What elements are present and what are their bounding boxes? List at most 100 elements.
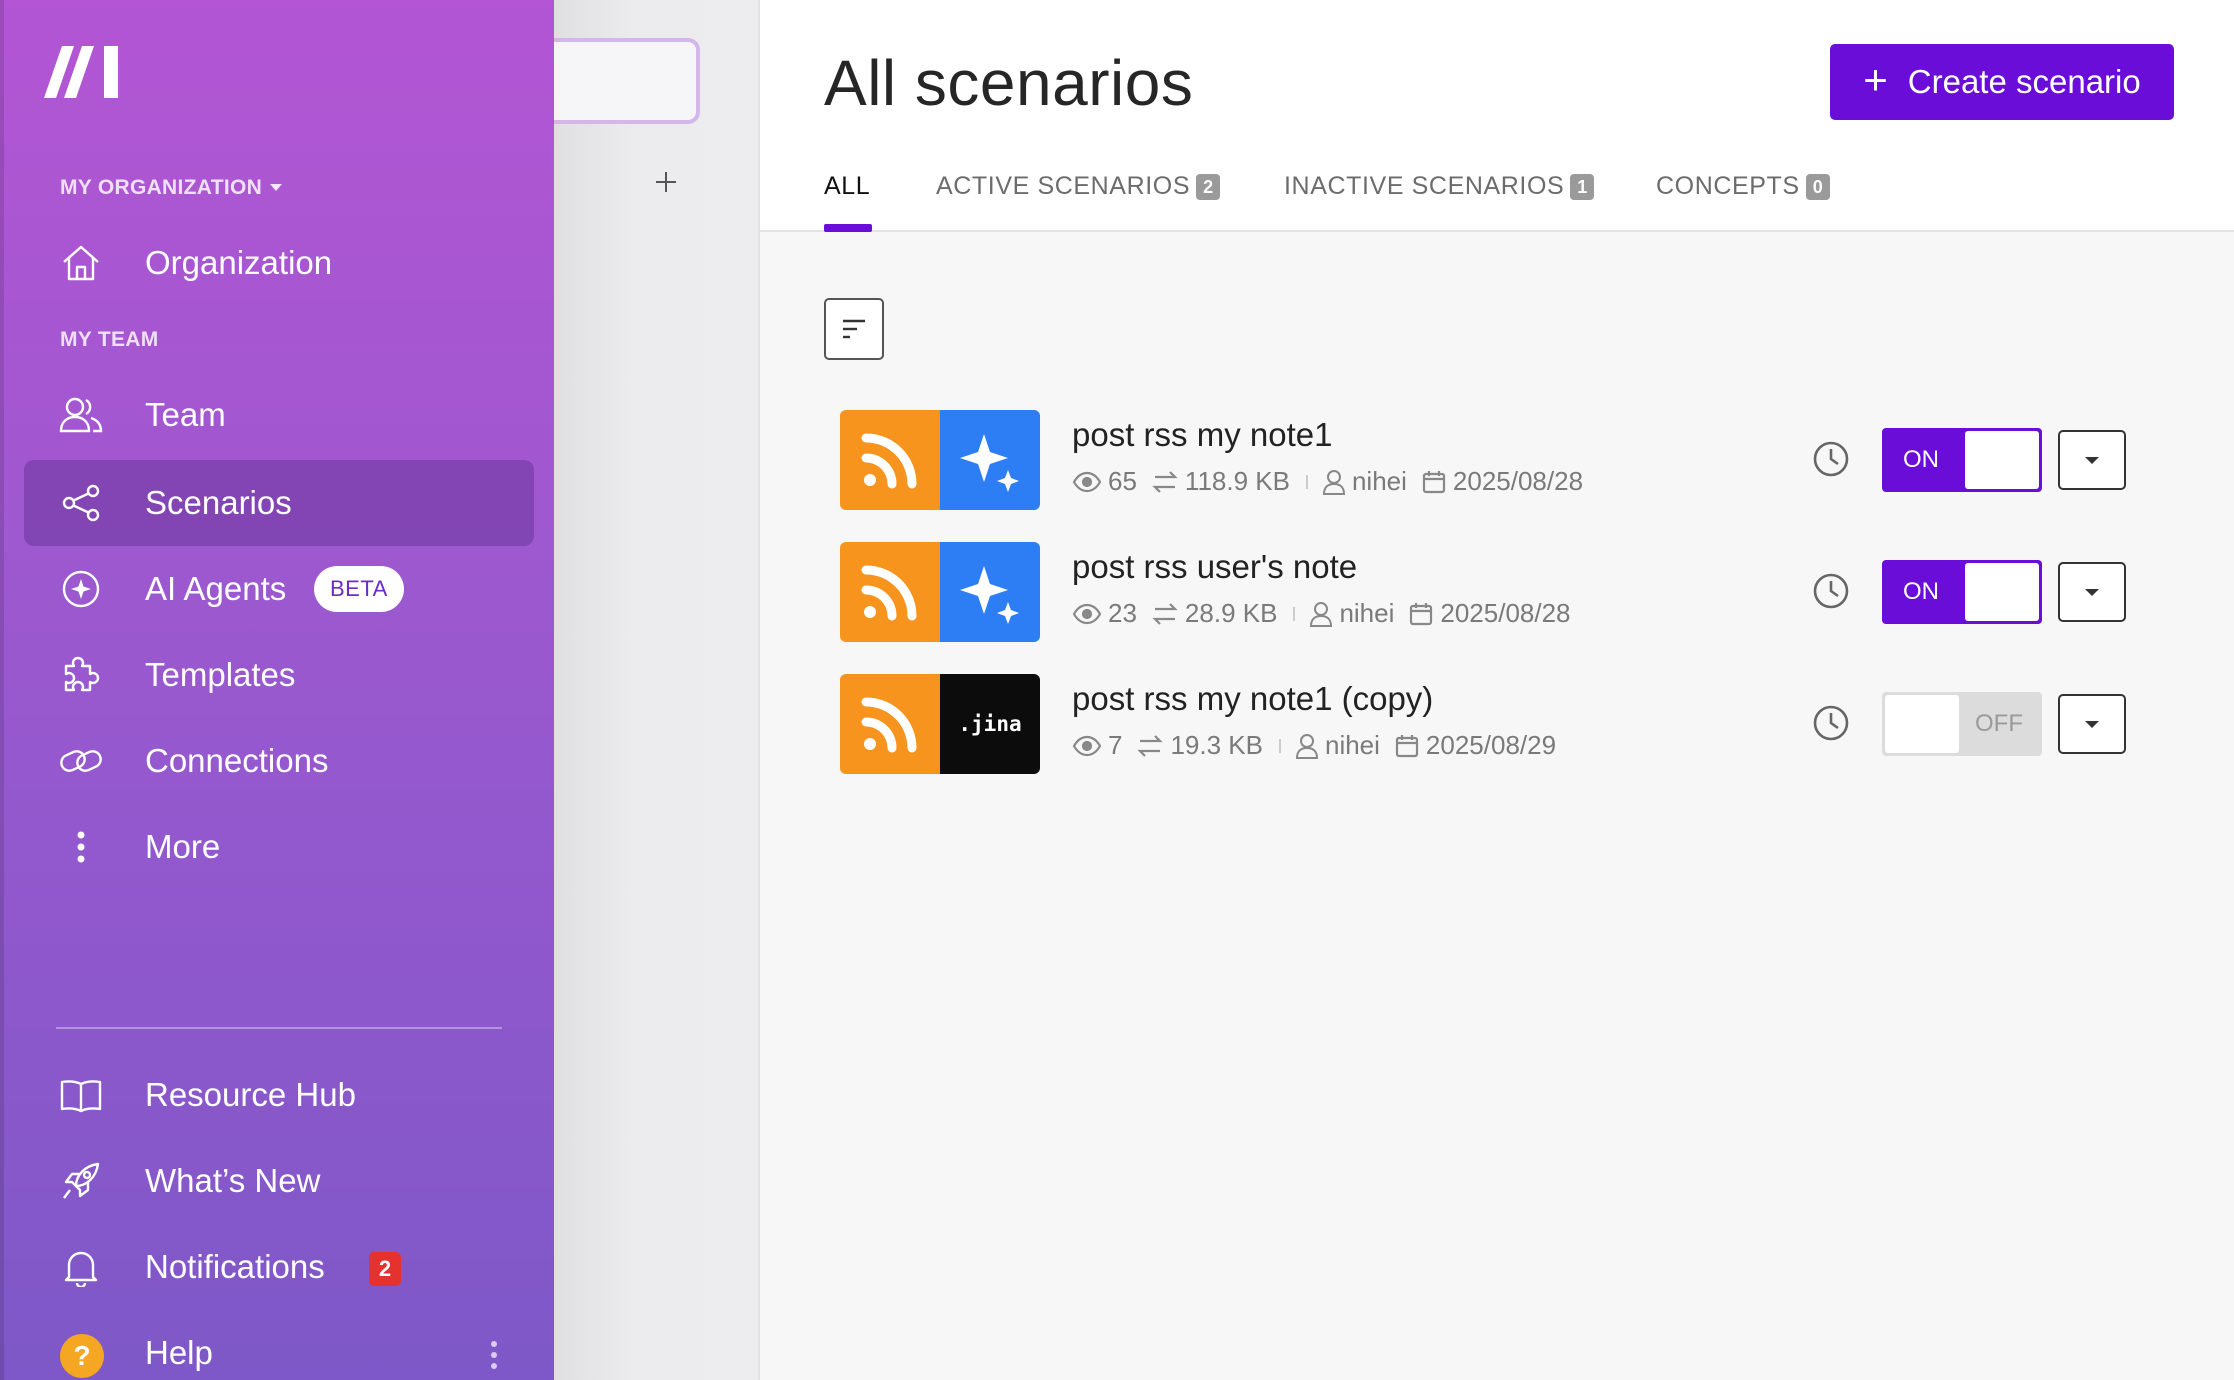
page-header: All scenarios + Create scenario ALL ACTI… [760, 0, 2234, 232]
scenario-meta: 65 118.9 KB nihei 2025/08/28 [1072, 466, 1597, 497]
users-icon [58, 392, 104, 438]
tab-inactive-scenarios[interactable]: INACTIVE SCENARIOS 1 [1284, 172, 1595, 201]
scenario-date: 2025/08/29 [1425, 730, 1557, 760]
eye-icon [1072, 735, 1102, 756]
schedule-clock-icon[interactable] [1812, 572, 1850, 610]
jina-logo-icon: .jina [940, 674, 1040, 774]
bell-icon [58, 1244, 104, 1290]
scenario-toggle[interactable]: OFF [1882, 692, 2042, 756]
rocket-icon [58, 1158, 104, 1204]
toggle-state-label: OFF [1975, 710, 2023, 737]
ai-sparkle-icon [940, 410, 1040, 510]
schedule-clock-icon[interactable] [1812, 704, 1850, 742]
scenario-meta: 7 19.3 KB nihei 2025/08/29 [1072, 730, 1570, 761]
sidebar-item-label: AI Agents [145, 570, 287, 607]
sidebar-item-label: Scenarios [145, 484, 292, 521]
scenario-options-dropdown[interactable] [2058, 430, 2126, 490]
tab-label: ACTIVE SCENARIOS [936, 172, 1191, 200]
transfer-icon [1137, 734, 1164, 757]
scenario-date: 2025/08/28 [1440, 598, 1571, 628]
operations-count: 23 [1108, 598, 1137, 628]
calendar-icon [1422, 470, 1446, 493]
caret-down-icon [270, 184, 283, 191]
ai-sparkle-icon [940, 542, 1040, 642]
rss-icon [840, 674, 940, 774]
eye-icon [1072, 603, 1102, 624]
sidebar-item-label: Resource Hub [145, 1076, 356, 1113]
caret-down-icon [2085, 720, 2099, 728]
owner-name: nihei [1339, 598, 1395, 628]
schedule-clock-icon[interactable] [1812, 440, 1850, 478]
org-section-label[interactable]: MY ORGANIZATION [60, 176, 283, 200]
sidebar-item-organization[interactable]: Organization [24, 220, 534, 306]
sidebar-item-connections[interactable]: Connections [24, 718, 534, 804]
scenario-name[interactable]: post rss my note1 (copy) [1072, 680, 1433, 718]
data-size: 28.9 KB [1184, 598, 1278, 628]
sidebar-item-label: Organization [145, 244, 333, 281]
make-logo-icon[interactable] [44, 44, 120, 98]
sidebar-item-more[interactable]: More [24, 804, 534, 890]
tab-count-badge: 2 [1196, 174, 1221, 200]
sidebar-item-help[interactable]: Help [145, 1334, 213, 1372]
scenario-row[interactable]: .jina post rss my note1 (copy) 7 19.3 KB… [840, 674, 2130, 774]
tab-label: ALL [824, 172, 871, 200]
scenario-app-icons: .jina [840, 674, 1040, 774]
scenario-date: 2025/08/28 [1452, 466, 1584, 496]
tab-all[interactable]: ALL [824, 172, 870, 201]
meta-separator [1305, 474, 1308, 489]
operations-count: 7 [1108, 730, 1123, 760]
sort-button[interactable] [824, 298, 884, 360]
sidebar-item-label: Templates [145, 656, 296, 693]
scenario-row[interactable]: post rss user's note 23 28.9 KB nihei 20… [840, 542, 2130, 642]
toggle-knob [1965, 431, 2039, 489]
scenario-toggle[interactable]: ON [1882, 560, 2042, 624]
scenario-name[interactable]: post rss my note1 [1072, 416, 1332, 454]
sidebar-item-resource-hub[interactable]: Resource Hub [24, 1052, 534, 1138]
tab-concepts[interactable]: CONCEPTS 0 [1656, 172, 1830, 201]
help-icon[interactable]: ? [60, 1334, 104, 1378]
sidebar-item-team[interactable]: Team [24, 372, 534, 458]
book-icon [58, 1072, 104, 1118]
page-title: All scenarios [824, 47, 1194, 119]
tab-count-badge: 1 [1570, 174, 1595, 200]
sidebar-item-label: Connections [145, 742, 329, 779]
link-icon [58, 738, 104, 784]
scenario-name[interactable]: post rss user's note [1072, 548, 1357, 586]
user-icon [1295, 733, 1318, 759]
beta-badge: BETA [314, 566, 404, 612]
puzzle-icon [58, 652, 104, 698]
help-more-icon[interactable] [490, 1340, 498, 1370]
sidebar-item-whats-new[interactable]: What’s New [24, 1138, 534, 1224]
caret-down-icon [2085, 456, 2099, 464]
meta-separator [1278, 738, 1281, 753]
sidebar-divider [56, 1027, 502, 1029]
sidebar-item-ai-agents[interactable]: AI Agents BETA [24, 546, 534, 632]
meta-separator [1293, 606, 1296, 621]
home-icon [58, 240, 104, 286]
tab-active-scenarios[interactable]: ACTIVE SCENARIOS 2 [936, 172, 1221, 201]
scenario-options-dropdown[interactable] [2058, 562, 2126, 622]
folder-search-input[interactable] [554, 38, 700, 124]
create-scenario-button[interactable]: + Create scenario [1830, 44, 2174, 120]
toggle-knob [1965, 563, 2039, 621]
calendar-icon [1395, 734, 1419, 757]
team-section-label: MY TEAM [60, 328, 159, 351]
tab-label: INACTIVE SCENARIOS [1284, 172, 1565, 200]
sidebar-item-scenarios[interactable]: Scenarios [24, 460, 534, 546]
scenario-row[interactable]: post rss my note1 65 118.9 KB nihei 2025… [840, 410, 2130, 510]
transfer-icon [1152, 470, 1178, 493]
transfer-icon [1152, 602, 1178, 625]
folders-panel [554, 0, 760, 1380]
more-vertical-icon [58, 824, 104, 870]
sidebar-item-label: What’s New [145, 1162, 321, 1199]
owner-name: nihei [1324, 730, 1380, 760]
scenario-options-dropdown[interactable] [2058, 694, 2126, 754]
rss-icon [840, 410, 940, 510]
add-folder-icon[interactable] [654, 170, 678, 194]
sidebar-item-templates[interactable]: Templates [24, 632, 534, 718]
scenario-meta: 23 28.9 KB nihei 2025/08/28 [1072, 598, 1585, 629]
toggle-state-label: ON [1903, 446, 1939, 473]
sidebar-item-notifications[interactable]: Notifications 2 [24, 1224, 534, 1310]
calendar-icon [1410, 602, 1433, 625]
scenario-toggle[interactable]: ON [1882, 428, 2042, 492]
